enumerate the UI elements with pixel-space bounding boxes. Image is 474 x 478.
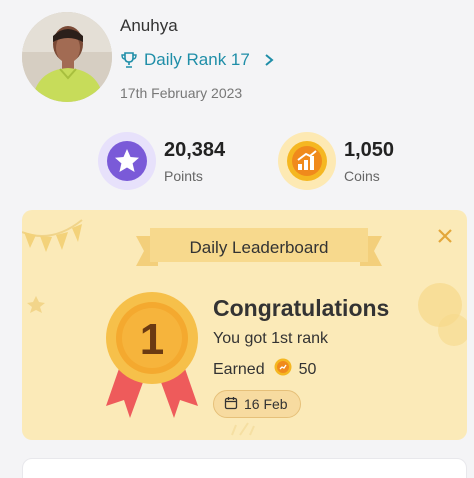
daily-rank-label: Daily Rank 17 bbox=[144, 50, 250, 69]
points-label: Points bbox=[164, 167, 203, 184]
points-stat[interactable]: 20,384 Points bbox=[98, 132, 225, 190]
daily-rank-link[interactable]: Daily Rank 17 bbox=[120, 50, 274, 70]
congratulations-title: Congratulations bbox=[213, 295, 390, 321]
coins-label: Coins bbox=[344, 167, 380, 184]
date-chip-label: 16 Feb bbox=[244, 396, 288, 412]
close-icon[interactable] bbox=[434, 225, 456, 247]
calendar-icon bbox=[224, 396, 238, 413]
profile-header: Anuhya Daily Rank 17 17th February 2023 bbox=[22, 10, 462, 110]
user-name: Anuhya bbox=[120, 16, 178, 35]
medal-number: 1 bbox=[140, 315, 164, 364]
coins-value: 1,050 bbox=[344, 138, 395, 161]
coin-icon bbox=[274, 358, 292, 381]
date-chip: 16 Feb bbox=[213, 390, 301, 418]
points-value: 20,384 bbox=[164, 138, 226, 161]
avatar[interactable] bbox=[22, 12, 112, 102]
chevron-right-icon bbox=[264, 53, 274, 67]
earned-label: Earned bbox=[213, 360, 265, 378]
profile-date: 17th February 2023 bbox=[120, 85, 243, 101]
stats-row: 20,384 Points 1,050 Coins bbox=[98, 132, 458, 192]
leaderboard-banner: Daily Leaderboard bbox=[136, 228, 382, 268]
rank-message: You got 1st rank bbox=[213, 330, 329, 347]
earned-amount: 50 bbox=[298, 360, 317, 378]
earned-row: Earned 50 bbox=[213, 358, 316, 381]
coin-growth-icon bbox=[278, 132, 336, 190]
medal-icon: 1 bbox=[96, 290, 208, 422]
coins-stat[interactable]: 1,050 Coins bbox=[278, 132, 394, 190]
leaderboard-title: Daily Leaderboard bbox=[189, 238, 329, 257]
trophy-icon bbox=[120, 51, 138, 69]
star-icon bbox=[98, 132, 156, 190]
next-card[interactable] bbox=[22, 458, 467, 478]
